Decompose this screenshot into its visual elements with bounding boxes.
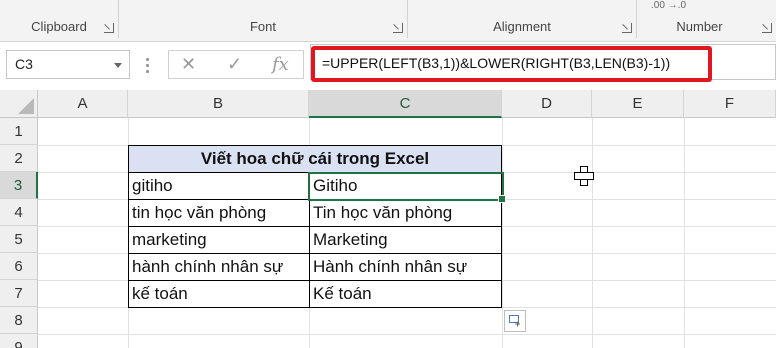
quick-analysis-icon[interactable]: + (504, 310, 526, 332)
column-header-b[interactable]: B (128, 90, 309, 118)
active-cell-selection[interactable] (308, 172, 506, 203)
cell-c7[interactable]: Kế toán (310, 280, 502, 307)
row-header-8[interactable]: 8 (0, 307, 38, 334)
worksheet-grid[interactable]: A B C D E F 1 2 3 4 5 6 7 8 9 Viết hoa c… (0, 90, 776, 348)
chevron-down-icon[interactable] (114, 63, 122, 68)
column-header-c[interactable]: C (309, 90, 502, 118)
ribbon-group-number: .00 →.0 Number (637, 0, 776, 42)
clipboard-launcher-icon[interactable] (104, 23, 114, 33)
clipboard-group-label: Clipboard (31, 19, 87, 34)
alignment-launcher-icon[interactable] (622, 23, 632, 33)
formula-highlight-box (311, 46, 712, 82)
cell-c4[interactable]: Tin học văn phòng (310, 199, 502, 226)
column-header-d[interactable]: D (502, 90, 592, 118)
number-launcher-icon[interactable] (762, 23, 772, 33)
font-launcher-icon[interactable] (393, 23, 403, 33)
row-header-6[interactable]: 6 (0, 253, 38, 280)
column-header-a[interactable]: A (38, 90, 128, 118)
cell-b6[interactable]: hành chính nhân sự (129, 253, 309, 280)
number-format-snippet[interactable]: .00 →.0 (651, 0, 686, 11)
gridline (592, 118, 593, 348)
cell-cursor-icon (574, 166, 594, 186)
cell-b3[interactable]: gitiho (129, 172, 309, 199)
row-header-5[interactable]: 5 (0, 226, 38, 253)
cell-b4[interactable]: tin học văn phòng (129, 199, 309, 226)
gridline (502, 118, 503, 348)
row-header-1[interactable]: 1 (0, 118, 38, 145)
cell-b7[interactable]: kế toán (129, 280, 309, 307)
ribbon-group-font: Font (119, 0, 407, 42)
row-header-2[interactable]: 2 (0, 145, 38, 172)
column-header-e[interactable]: E (592, 90, 684, 118)
ribbon-group-alignment: Alignment (408, 0, 636, 42)
column-header-f[interactable]: F (684, 90, 776, 118)
cell-b5[interactable]: marketing (129, 226, 309, 253)
alignment-group-label: Alignment (493, 19, 551, 34)
enter-icon[interactable]: ✓ (227, 54, 242, 75)
row-header-3[interactable]: 3 (0, 172, 38, 199)
row-header-9[interactable]: 9 (0, 334, 38, 348)
row-header-7[interactable]: 7 (0, 280, 38, 307)
name-box-value: C3 (15, 56, 33, 72)
ribbon: Clipboard Font Alignment .00 →.0 Number (0, 0, 776, 42)
cell-c6[interactable]: Hành chính nhân sự (310, 253, 502, 280)
number-group-label: Number (676, 19, 723, 34)
ribbon-group-clipboard: Clipboard (0, 0, 118, 42)
cell-c5[interactable]: Marketing (310, 226, 502, 253)
cancel-icon[interactable]: ✕ (181, 54, 196, 75)
formula-buttons: ✕ ✓ fx (168, 50, 304, 79)
row-header-4[interactable]: 4 (0, 199, 38, 226)
gridline (38, 334, 776, 335)
formula-bar: C3 ✕ ✓ fx =UPPER(LEFT(B3,1))&LOWER(RIGHT… (0, 42, 776, 90)
gridline (684, 118, 685, 348)
insert-function-icon[interactable]: fx (272, 54, 289, 75)
select-all-corner[interactable] (0, 90, 38, 118)
font-group-label: Font (249, 19, 276, 34)
drag-handle-icon[interactable] (146, 58, 150, 74)
table-title-cell[interactable]: Viết hoa chữ cái trong Excel (128, 145, 502, 173)
name-box[interactable]: C3 (6, 50, 130, 79)
